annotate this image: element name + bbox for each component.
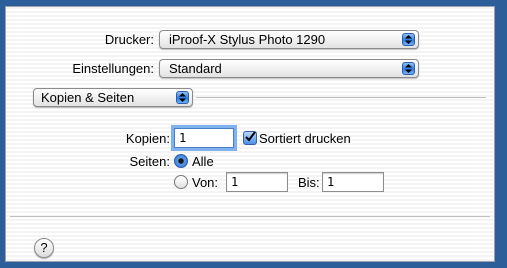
- pages-label: Seiten:: [129, 154, 170, 169]
- pages-all-radio[interactable]: [174, 154, 188, 168]
- popup-arrows-icon: [402, 33, 415, 46]
- popup-arrows-icon: [402, 62, 415, 75]
- pages-from-field[interactable]: 1: [226, 172, 288, 192]
- pages-from-value: 1: [231, 175, 239, 189]
- copies-label: Kopien:: [125, 131, 170, 146]
- copies-value: 1: [179, 131, 187, 145]
- panel-popup-value: Kopien & Seiten: [41, 90, 135, 105]
- pages-to-field[interactable]: 1: [322, 172, 384, 192]
- printer-popup-value: iProof-X Stylus Photo 1290: [169, 32, 326, 47]
- bottom-separator: [10, 216, 490, 218]
- help-icon[interactable]: ?: [34, 238, 54, 258]
- help-glyph: ?: [40, 240, 48, 255]
- pages-range-radio[interactable]: [174, 175, 188, 189]
- pages-to-label: Bis:: [298, 175, 320, 190]
- pages-from-label: Von:: [192, 175, 219, 190]
- presets-label: Einstellungen:: [72, 61, 154, 76]
- window-frame-bottom: [0, 262, 507, 268]
- pages-all-label: Alle: [192, 154, 214, 169]
- collate-label: Sortiert drucken: [259, 131, 351, 146]
- print-dialog-sheet: Drucker: iProof-X Stylus Photo 1290 Eins…: [5, 6, 495, 262]
- presets-popup[interactable]: Standard: [159, 59, 419, 78]
- copies-field[interactable]: 1: [174, 128, 234, 148]
- panel-popup[interactable]: Kopien & Seiten: [33, 88, 193, 107]
- window-frame-right: [495, 0, 507, 268]
- popup-arrows-icon: [176, 91, 189, 104]
- pages-to-value: 1: [327, 175, 335, 189]
- presets-popup-value: Standard: [169, 61, 222, 76]
- collate-checkbox[interactable]: [243, 131, 257, 145]
- panel-separator: [196, 97, 486, 99]
- printer-label: Drucker:: [104, 32, 154, 47]
- printer-popup[interactable]: iProof-X Stylus Photo 1290: [159, 30, 419, 49]
